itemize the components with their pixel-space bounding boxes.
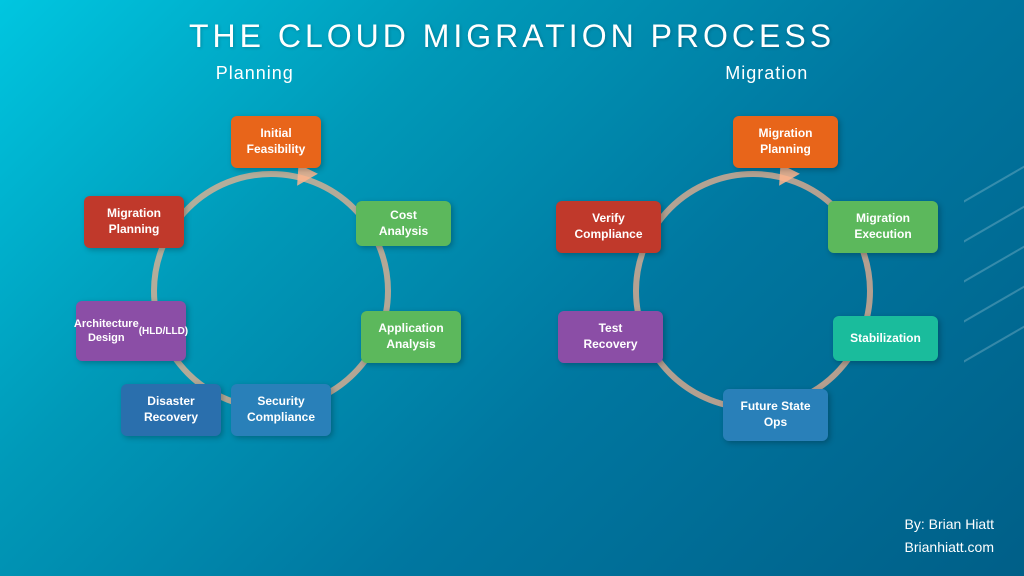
application-analysis-box: ApplicationAnalysis bbox=[361, 311, 461, 363]
migration-planning-left-box: MigrationPlanning bbox=[84, 196, 184, 248]
initial-feasibility-box: InitialFeasibility bbox=[231, 116, 321, 168]
planning-circle bbox=[151, 171, 391, 411]
architecture-design-box: ArchitectureDesign(HLD/LLD) bbox=[76, 301, 186, 361]
credit-line2: Brianhiatt.com bbox=[905, 536, 994, 558]
security-compliance-box: SecurityCompliance bbox=[231, 384, 331, 436]
future-state-ops-box: Future StateOps bbox=[723, 389, 828, 441]
page-title: THE CLOUD MIGRATION PROCESS bbox=[0, 0, 1024, 55]
migration-planning-right-box: MigrationPlanning bbox=[733, 116, 838, 168]
disaster-recovery-box: DisasterRecovery bbox=[121, 384, 221, 436]
verify-compliance-box: VerifyCompliance bbox=[556, 201, 661, 253]
planning-diagram: InitialFeasibility Cost Analysis Applica… bbox=[56, 81, 486, 501]
migration-diagram: MigrationPlanning MigrationExecution Sta… bbox=[538, 81, 968, 501]
credit-block: By: Brian Hiatt Brianhiatt.com bbox=[905, 513, 994, 558]
migration-execution-box: MigrationExecution bbox=[828, 201, 938, 253]
test-recovery-box: TestRecovery bbox=[558, 311, 663, 363]
credit-line1: By: Brian Hiatt bbox=[905, 513, 994, 535]
diagrams-container: InitialFeasibility Cost Analysis Applica… bbox=[0, 81, 1024, 501]
stabilization-box: Stabilization bbox=[833, 316, 938, 361]
decorative-lines bbox=[964, 100, 1024, 400]
cost-analysis-box: Cost Analysis bbox=[356, 201, 451, 246]
